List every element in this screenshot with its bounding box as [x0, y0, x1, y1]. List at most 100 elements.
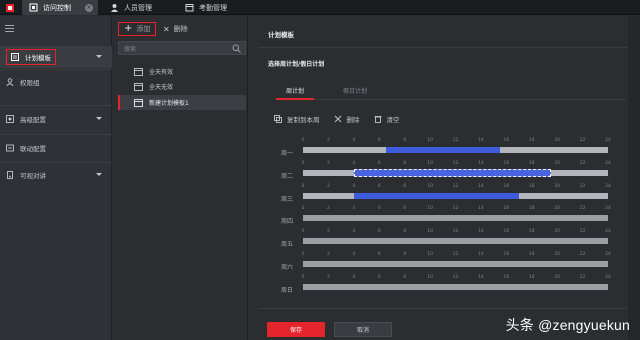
add-label: 添加	[136, 25, 151, 33]
advanced-config-icon	[6, 115, 14, 123]
hour-tick-label: 16	[503, 252, 510, 257]
add-template-button[interactable]: + 添加	[118, 22, 157, 36]
time-segment[interactable]	[385, 147, 500, 153]
hour-tick-label: 10	[427, 160, 433, 166]
nav-divider	[0, 162, 112, 163]
top-bar: 访问控制 × 人员管理 考勤管理	[0, 0, 640, 15]
template-item[interactable]: 全天无效	[118, 79, 246, 94]
time-bar[interactable]	[303, 215, 608, 222]
nav-item-linkage-config[interactable]: 联动配置	[0, 137, 112, 159]
tab-access-control[interactable]: 访问控制 ×	[22, 0, 98, 15]
time-segment[interactable]	[353, 192, 520, 199]
active-tab-indicator	[276, 98, 314, 100]
hour-tick-label: 8	[403, 206, 407, 212]
tab-week-plan[interactable]: 周计划	[286, 86, 304, 95]
hour-tick-label: 10	[427, 252, 433, 257]
plus-icon: +	[124, 23, 133, 34]
time-bar[interactable]	[303, 238, 608, 245]
hour-tick-label: 10	[427, 229, 433, 235]
time-bar[interactable]	[303, 192, 608, 199]
home-button[interactable]	[0, 0, 20, 15]
tab-person-management[interactable]: 人员管理	[110, 0, 152, 15]
hour-tick-label: 4	[352, 229, 356, 235]
copy-to-week-button[interactable]: 复制到本周	[274, 114, 320, 124]
time-bar[interactable]	[303, 168, 608, 177]
template-item[interactable]: 全天有效	[118, 64, 246, 79]
hour-tick-label: 20	[554, 229, 561, 235]
scrollbar-track[interactable]	[628, 16, 640, 340]
template-list-panel: + 添加 ✕ 删除 搜索 全天有效 全天无效 新建计划模板1	[113, 16, 248, 340]
tab-attendance[interactable]: 考勤管理	[185, 0, 227, 15]
nav-divider	[0, 134, 112, 135]
hour-tick-label: 22	[579, 183, 586, 189]
hour-tick-label: 10	[427, 206, 433, 212]
nav-item-plan-template[interactable]: 计划模板	[0, 46, 112, 68]
nav-item-video-intercom[interactable]: 可视对讲	[0, 164, 112, 186]
hour-tick-label: 16	[503, 160, 510, 166]
hour-tick-label: 22	[579, 274, 586, 280]
hour-tick-label: 18	[528, 274, 535, 280]
schedule-row: 周五 0 2 4 6 8 10 12 14 16 18 20 22 24	[273, 229, 626, 251]
cancel-button[interactable]: 取消	[334, 322, 392, 337]
delete-template-button[interactable]: ✕ 删除	[163, 22, 188, 36]
hour-tick-label: 6	[377, 206, 381, 212]
hour-tick-label: 20	[554, 274, 561, 280]
day-label: 周日	[281, 286, 294, 294]
hour-tick-label: 12	[452, 206, 459, 212]
search-icon[interactable]	[232, 44, 241, 53]
schedule-row: 周一 0 2 4 6 8 10 12 14 16 18 20 22 24	[273, 138, 626, 160]
home-icon	[6, 3, 14, 12]
nav-divider	[0, 105, 112, 106]
hour-tick-label: 14	[478, 160, 484, 166]
nav-item-permission-group[interactable]: 权限组	[0, 71, 112, 93]
hour-tick-label: 14	[478, 206, 484, 212]
nav-item-label: 计划模板	[25, 54, 51, 62]
template-item-selected[interactable]: 新建计划模板1	[118, 95, 246, 110]
close-tab-icon[interactable]: ×	[85, 4, 93, 12]
tab-label: 人员管理	[124, 3, 152, 12]
divider	[258, 47, 628, 48]
delete-segment-button[interactable]: 删除	[334, 114, 360, 124]
day-label: 周五	[281, 241, 294, 249]
nav-item-label: 权限组	[20, 79, 40, 87]
left-nav: 计划模板 权限组 高级配置 联动配置 可视对讲	[0, 16, 112, 340]
search-placeholder: 搜索	[124, 45, 137, 53]
nav-item-label: 可视对讲	[20, 172, 46, 180]
nav-item-advanced-config[interactable]: 高级配置	[0, 108, 112, 130]
hour-tick-label: 22	[579, 206, 586, 212]
hour-tick-label: 18	[528, 183, 535, 189]
hour-tick-label: 12	[452, 229, 459, 235]
hour-ticks: 0 2 4 6 8 10 12 14 16 18 20 22 24	[301, 183, 611, 192]
hour-tick-label: 16	[503, 138, 510, 143]
time-bar[interactable]	[303, 283, 608, 290]
hour-tick-label: 4	[352, 183, 356, 189]
delete-label: 删除	[173, 25, 188, 33]
template-file-icon	[134, 82, 143, 91]
list-toolbar: + 添加 ✕ 删除	[113, 16, 248, 42]
day-label: 周四	[281, 218, 294, 226]
hour-tick-label: 24	[605, 183, 611, 189]
hour-tick-label: 8	[403, 274, 407, 280]
time-segment[interactable]	[353, 168, 551, 177]
time-bar[interactable]	[303, 147, 608, 153]
save-button[interactable]: 保存	[267, 322, 325, 337]
schedule-actions: 复制到本周 删除 清空	[274, 113, 414, 125]
day-label: 周六	[281, 264, 294, 271]
clear-button[interactable]: 清空	[374, 114, 400, 124]
time-bar[interactable]	[303, 261, 608, 267]
hour-tick-label: 22	[579, 138, 586, 143]
template-label: 全天无效	[149, 84, 174, 91]
hour-tick-label: 20	[554, 138, 561, 143]
hour-tick-label: 6	[377, 183, 381, 189]
hour-tick-label: 10	[427, 138, 433, 143]
hour-ticks: 0 2 4 6 8 10 12 14 16 18 20 22 24	[301, 252, 611, 260]
tab-holiday-plan[interactable]: 假日计划	[343, 86, 367, 95]
collapse-menu-icon[interactable]	[5, 25, 14, 32]
hour-tick-label: 2	[326, 274, 330, 280]
nav-item-label: 高级配置	[20, 116, 46, 124]
search-input[interactable]: 搜索	[118, 41, 246, 55]
hour-tick-label: 22	[579, 229, 586, 235]
hour-tick-label: 8	[403, 252, 407, 257]
chevron-down-icon	[96, 117, 102, 120]
hour-tick-label: 24	[605, 138, 611, 143]
